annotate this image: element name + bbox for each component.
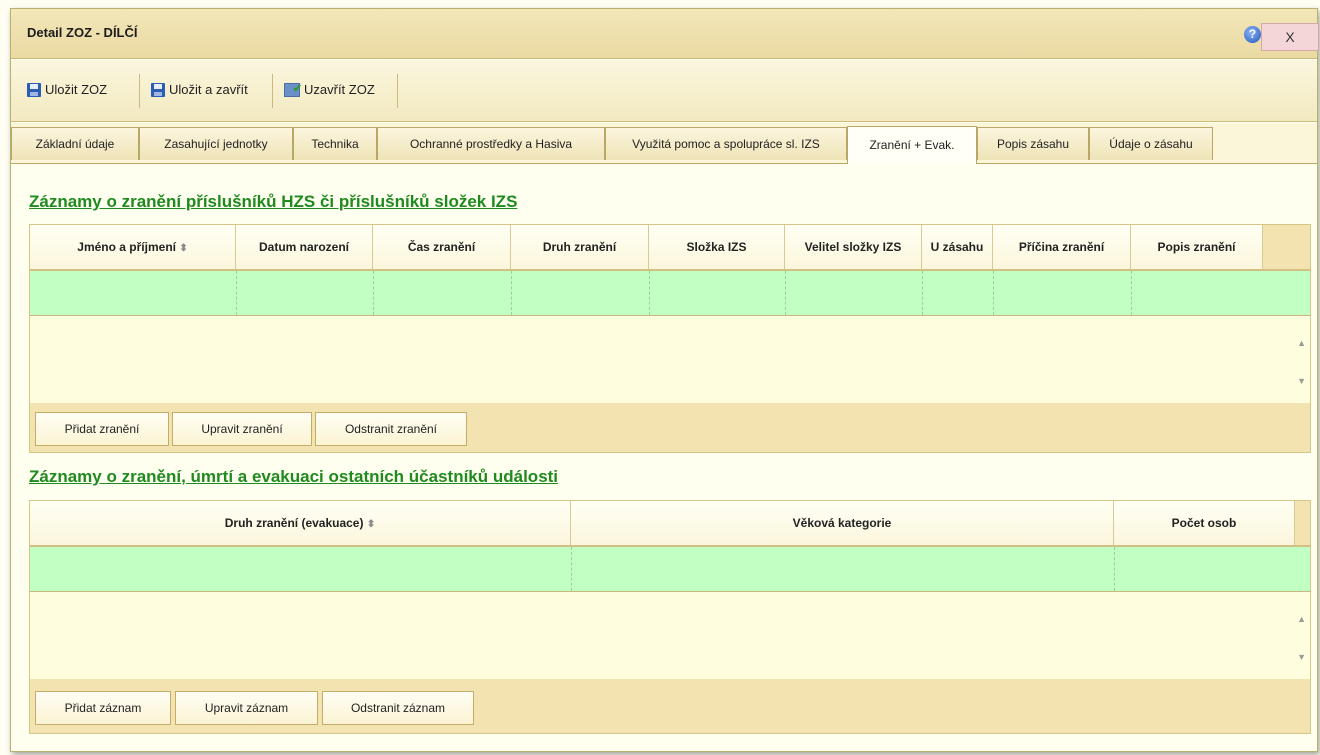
column-header-druh-zraneni[interactable]: Druh zranění <box>511 225 649 269</box>
column-header-druh-zraneni-evakuace[interactable]: Druh zranění (evakuace) ⬍ <box>30 501 571 545</box>
save-label: Uložit ZOZ <box>45 82 108 97</box>
window-title: Detail ZOZ - DÍLČÍ <box>27 25 138 40</box>
save-button[interactable]: Uložit ZOZ <box>27 78 107 102</box>
save-close-label: Uložit a zavřít <box>169 82 248 97</box>
edit-injury-button[interactable]: Upravit zranění <box>172 412 312 446</box>
sort-icon: ⬍ <box>366 519 376 530</box>
column-header-jmeno[interactable]: Jméno a příjmení ⬍ <box>30 225 236 269</box>
column-header-velitel-slozky[interactable]: Velitel složky IZS <box>785 225 922 269</box>
section-title-injuries-members: Záznamy o zranění příslušníků HZS či pří… <box>29 192 518 211</box>
toolbar: Uložit ZOZ Uložit a zavřít Uzavřít ZOZ <box>11 60 1317 122</box>
scroll-up-icon[interactable]: ▲ <box>1297 338 1306 348</box>
finish-label: Uzavřít ZOZ <box>304 82 375 97</box>
finish-record-icon <box>284 77 302 101</box>
grid-empty-area[interactable]: ▲ ▼ <box>30 592 1310 679</box>
add-injury-button[interactable]: Přidat zranění <box>35 412 169 446</box>
tab-popis-zasahu[interactable]: Popis zásahu <box>977 127 1089 160</box>
table-row[interactable] <box>30 545 1310 592</box>
sort-icon: ⬍ <box>179 243 188 254</box>
cell-divider <box>571 547 572 591</box>
grid-empty-area[interactable]: ▲ ▼ <box>30 316 1310 403</box>
help-icon[interactable]: ? <box>1244 26 1261 43</box>
close-button[interactable]: X <box>1261 23 1319 51</box>
toolbar-separator <box>397 74 398 108</box>
toolbar-separator <box>139 74 140 108</box>
save-close-button[interactable]: Uložit a zavřít <box>151 78 248 102</box>
column-header-slozka-izs[interactable]: Složka IZS <box>649 225 785 269</box>
column-header-pocet-osob[interactable]: Počet osob <box>1114 501 1295 545</box>
column-header-u-zasahu[interactable]: U zásahu <box>922 225 993 269</box>
floppy-disk-icon <box>151 83 165 97</box>
section-title-injuries-others: Záznamy o zranění, úmrtí a evakuaci osta… <box>29 467 559 486</box>
column-header-vekova-kategorie[interactable]: Věková kategorie <box>571 501 1114 545</box>
table-row[interactable] <box>30 269 1310 316</box>
cell-divider <box>785 271 786 315</box>
cell-divider <box>922 271 923 315</box>
cell-divider <box>236 271 237 315</box>
scroll-up-icon[interactable]: ▲ <box>1297 614 1306 624</box>
cell-divider <box>993 271 994 315</box>
cell-divider <box>649 271 650 315</box>
finish-button[interactable]: Uzavřít ZOZ <box>284 77 375 102</box>
cell-divider <box>1131 271 1132 315</box>
injuries-others-grid: Druh zranění (evakuace) ⬍ Věková kategor… <box>29 500 1311 734</box>
tab-bar: Základní údaje Zasahující jednotky Techn… <box>11 123 1317 164</box>
cell-divider <box>511 271 512 315</box>
tab-zakladni-udaje[interactable]: Základní údaje <box>11 127 139 160</box>
injuries-members-grid: Jméno a příjmení ⬍ Datum narození Čas zr… <box>29 224 1311 453</box>
column-header-pricina-zraneni[interactable]: Příčina zranění <box>993 225 1131 269</box>
column-header-cas-zraneni[interactable]: Čas zranění <box>373 225 511 269</box>
tab-technika[interactable]: Technika <box>293 127 377 160</box>
add-record-button[interactable]: Přidat záznam <box>35 691 171 725</box>
floppy-disk-icon <box>27 83 41 97</box>
tab-vyuzita-pomoc[interactable]: Využitá pomoc a spolupráce sl. IZS <box>605 127 847 160</box>
dialog-window: Detail ZOZ - DÍLČÍ ? X Uložit ZOZ Uložit… <box>10 8 1319 752</box>
scroll-down-icon[interactable]: ▼ <box>1297 652 1306 662</box>
edit-record-button[interactable]: Upravit záznam <box>175 691 318 725</box>
remove-record-button[interactable]: Odstranit záznam <box>322 691 474 725</box>
column-header-popis-zraneni[interactable]: Popis zranění <box>1131 225 1263 269</box>
title-bar: Detail ZOZ - DÍLČÍ ? X <box>11 9 1319 59</box>
cell-divider <box>373 271 374 315</box>
tab-zraneni-evak[interactable]: Zranění + Evak. <box>847 126 977 164</box>
tab-udaje-o-zasahu[interactable]: Údaje o zásahu <box>1089 127 1213 160</box>
tab-ochranne-prostredky[interactable]: Ochranné prostředky a Hasiva <box>377 127 605 160</box>
tab-zasahujici-jednotky[interactable]: Zasahující jednotky <box>139 127 293 160</box>
column-header-label: Druh zranění (evakuace) <box>224 516 364 530</box>
column-header-datum-narozeni[interactable]: Datum narození <box>236 225 373 269</box>
remove-injury-button[interactable]: Odstranit zranění <box>315 412 467 446</box>
cell-divider <box>1114 547 1115 591</box>
column-header-label: Jméno a příjmení <box>77 240 176 254</box>
scroll-down-icon[interactable]: ▼ <box>1297 376 1306 386</box>
toolbar-separator <box>272 74 273 108</box>
